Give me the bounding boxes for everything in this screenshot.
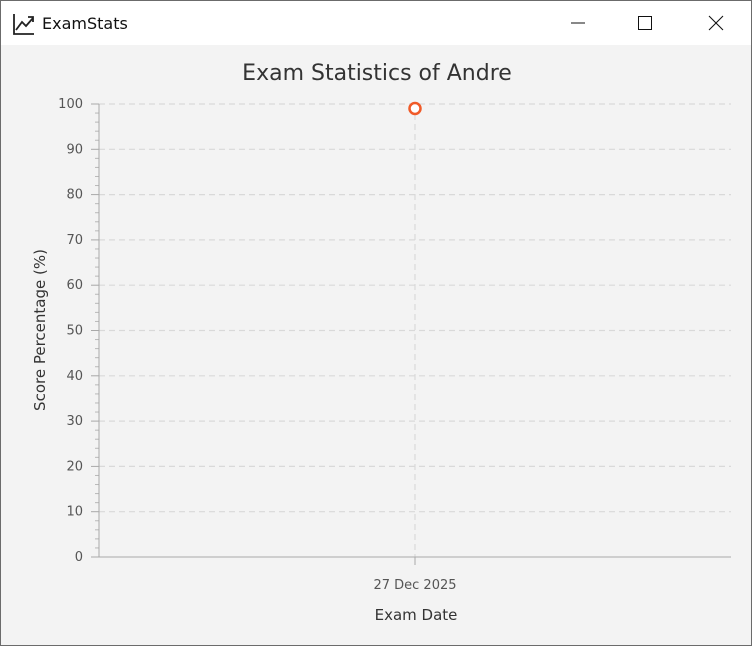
y-tick-label: 40 xyxy=(66,369,83,384)
data-points xyxy=(408,101,422,116)
y-tick-label: 100 xyxy=(58,97,83,112)
y-tick-label: 20 xyxy=(66,459,83,474)
y-tick-label: 30 xyxy=(66,414,83,429)
x-axis: 27 Dec 2025 xyxy=(99,556,731,593)
maximize-icon xyxy=(638,16,652,30)
y-tick-label: 50 xyxy=(66,324,83,339)
x-axis-title: Exam Date xyxy=(375,606,458,624)
maximize-button[interactable] xyxy=(622,1,668,45)
y-axis-title: Score Percentage (%) xyxy=(31,249,49,411)
chart-grid xyxy=(99,103,731,557)
y-axis: 0 10 20 30 40 50 60 70 80 90 100 xyxy=(58,97,100,565)
x-tick-label: 27 Dec 2025 xyxy=(373,578,456,593)
line-chart-icon xyxy=(13,14,34,35)
title-bar[interactable]: ExamStats xyxy=(1,1,751,45)
app-window: ExamStats Exam Statistics of Andre 0 10 20… xyxy=(0,0,752,646)
minimize-button[interactable] xyxy=(555,1,601,45)
y-tick-label: 70 xyxy=(66,233,83,248)
y-tick-label: 90 xyxy=(66,142,83,157)
window-title: ExamStats xyxy=(42,14,128,33)
data-point[interactable] xyxy=(408,101,422,116)
close-button[interactable] xyxy=(693,1,739,45)
chart-title: Exam Statistics of Andre xyxy=(242,61,512,86)
close-icon xyxy=(708,15,724,31)
score-chart: Exam Statistics of Andre 0 10 20 30 40 50 60 70… xyxy=(31,61,731,624)
minimize-icon xyxy=(571,22,585,24)
y-tick-label: 60 xyxy=(66,278,83,293)
y-tick-label: 80 xyxy=(66,188,83,203)
y-tick-label: 0 xyxy=(75,550,83,565)
y-tick-label: 10 xyxy=(66,505,83,520)
